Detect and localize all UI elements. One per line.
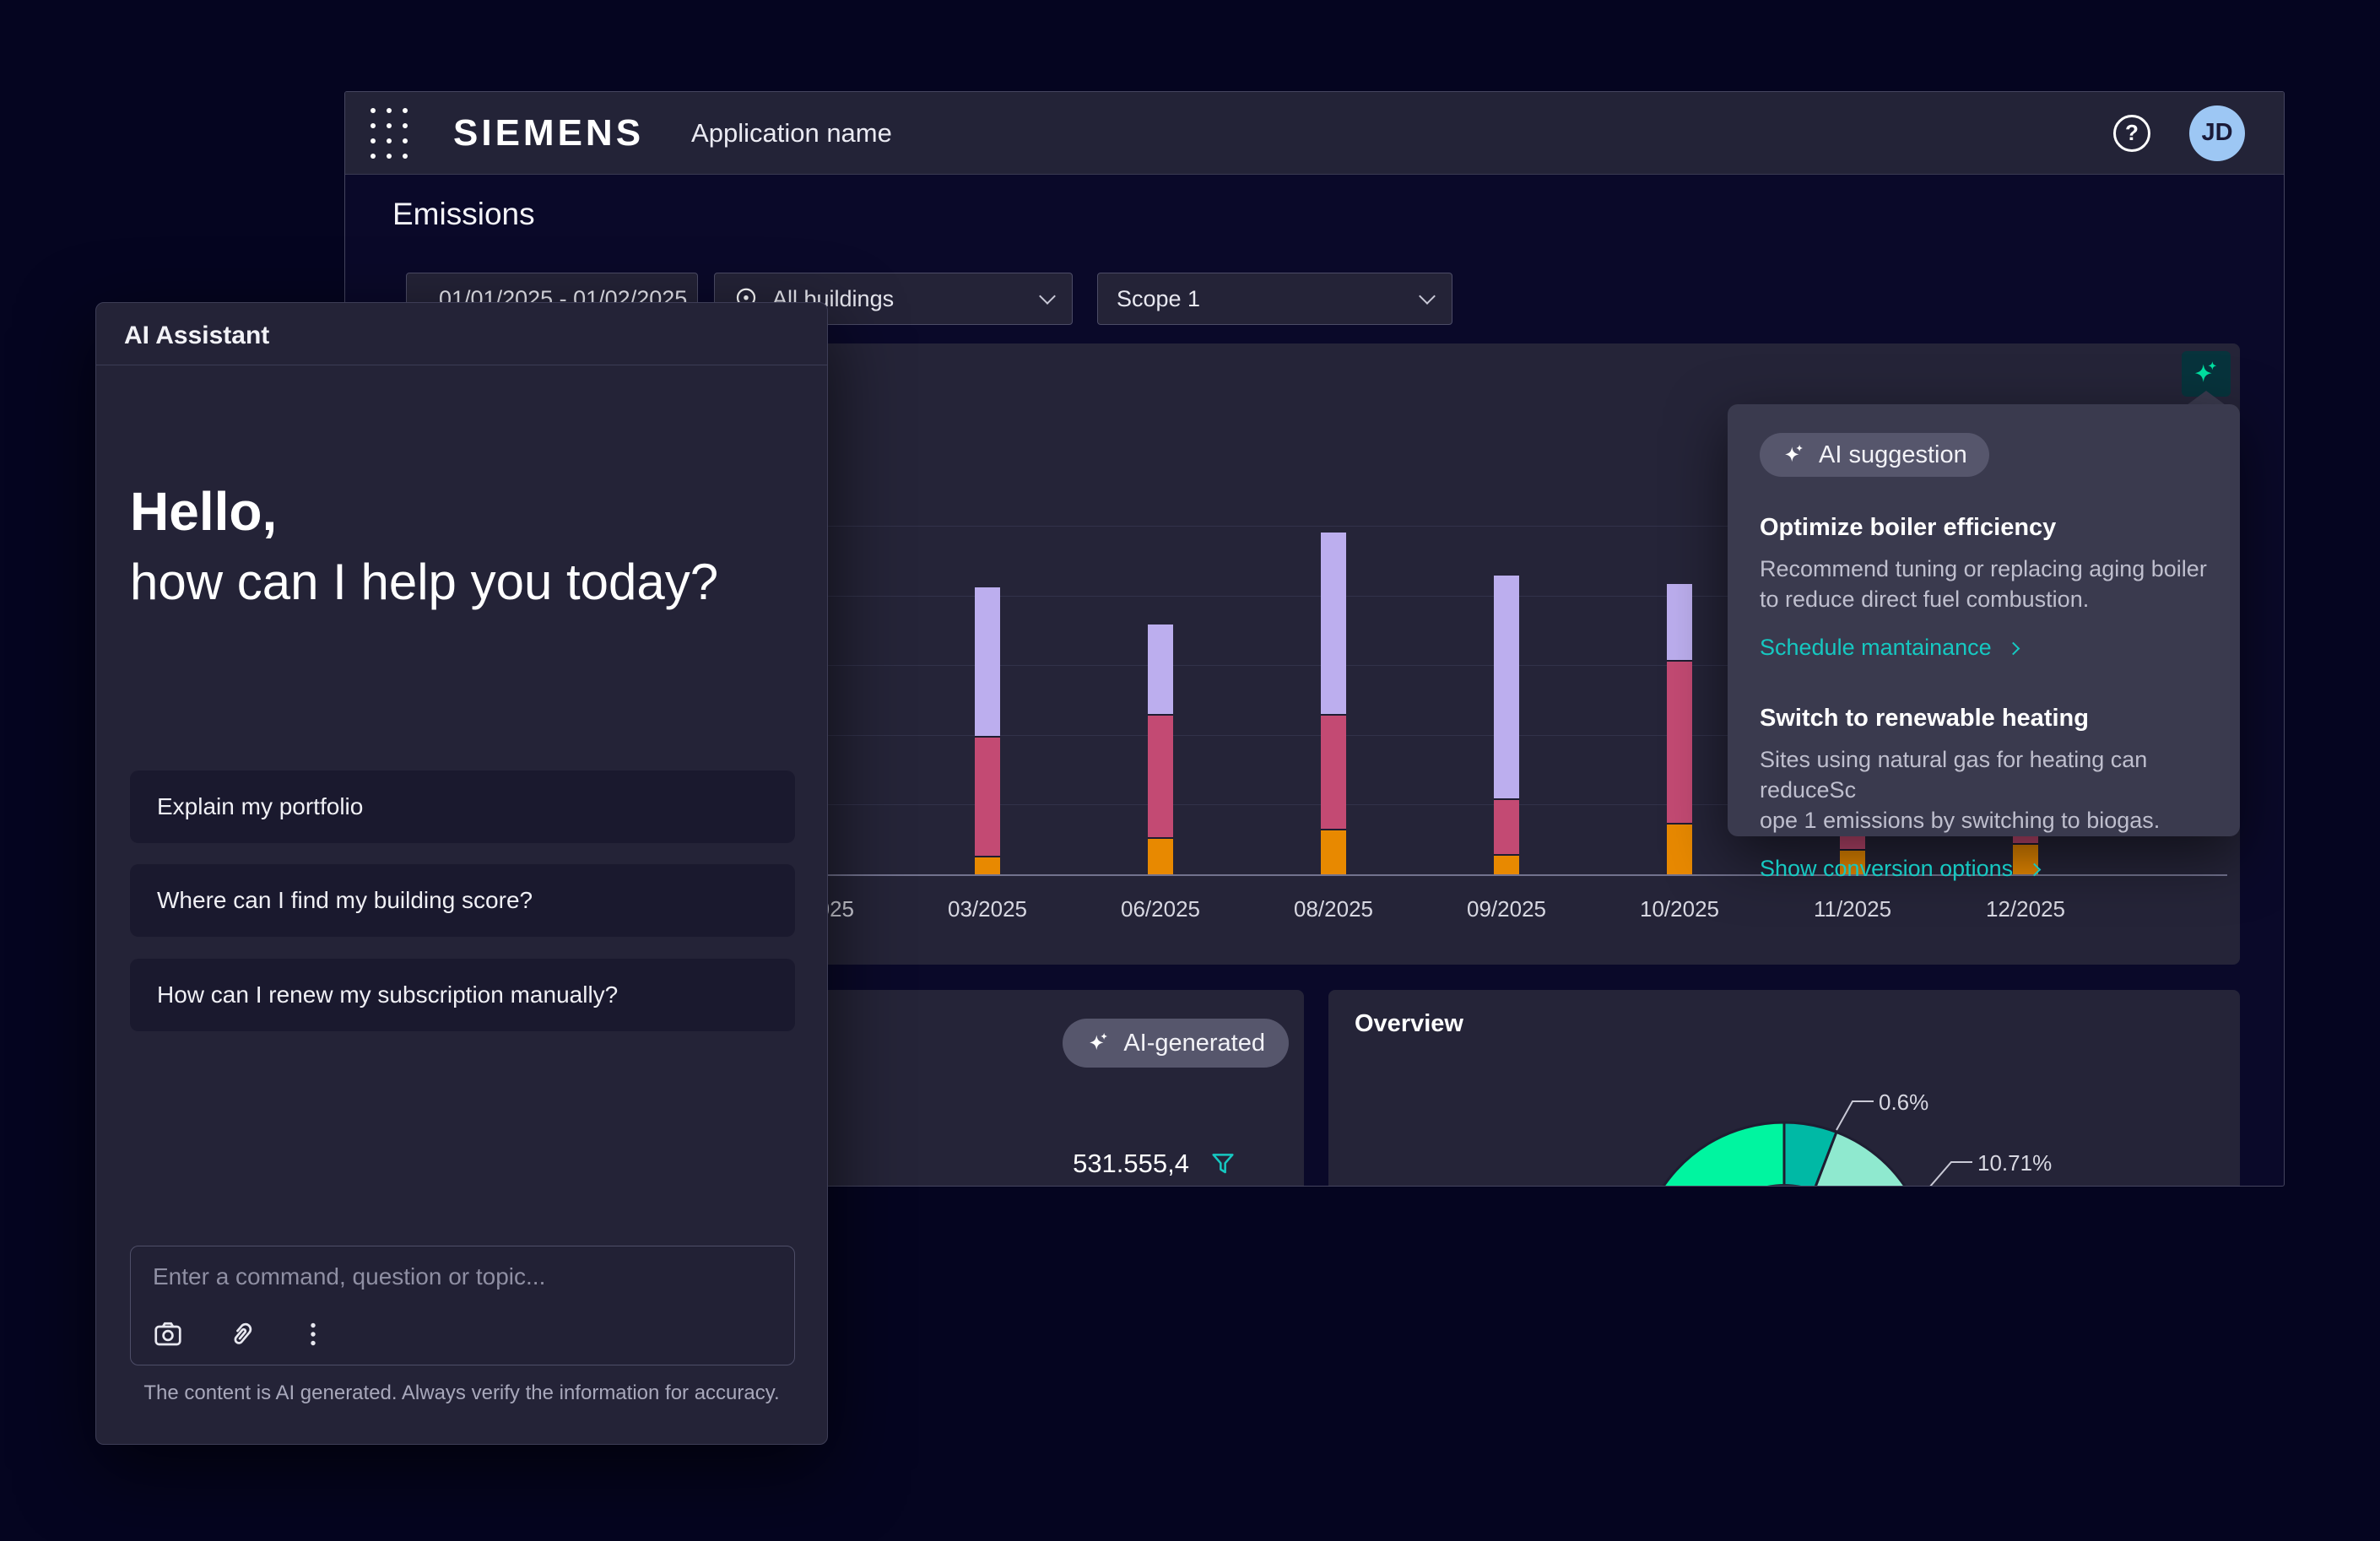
sparkle-icon (1782, 442, 1807, 468)
app-launcher-icon[interactable] (371, 108, 408, 159)
bar-segment-top-segment-06/2025[interactable] (1148, 625, 1173, 715)
ai-sparkle-button[interactable] (2182, 351, 2231, 397)
bar-segment-middle-segment-03/2025[interactable] (975, 738, 1000, 857)
callout-line (1929, 1162, 1972, 1187)
overview-title: Overview (1355, 1010, 1463, 1038)
bar-segment-bottom-segment-10/2025[interactable] (1667, 825, 1692, 874)
bar-segment-top-segment-03/2025[interactable] (975, 587, 1000, 738)
bar-segment-bottom-segment-08/2025[interactable] (1321, 830, 1346, 874)
scope-value: Scope 1 (1117, 286, 1200, 312)
chevron-down-icon (1039, 288, 1056, 305)
bar-segment-top-segment-09/2025[interactable] (1494, 576, 1519, 800)
bar-segment-middle-segment-06/2025[interactable] (1148, 716, 1173, 839)
assistant-title: AI Assistant (124, 322, 269, 350)
slice-label: 10.71% (1977, 1150, 2052, 1176)
more-options-icon[interactable] (298, 1319, 328, 1349)
page-title: Emissions (392, 197, 535, 232)
link-label: Show conversion options (1760, 856, 2013, 882)
scope-filter[interactable]: Scope 1 (1097, 273, 1452, 325)
ai-assistant-panel: AI Assistant Hello, how can I help you t… (95, 302, 828, 1445)
x-axis-label: 06/2025 (1089, 896, 1232, 922)
ai-suggestion-badge: AI suggestion (1760, 433, 1989, 477)
bar-segment-bottom-segment-06/2025[interactable] (1148, 839, 1173, 874)
bar-segment-middle-segment-08/2025[interactable] (1321, 716, 1346, 830)
suggestion-body: Sites using natural gas for heating can … (1760, 744, 2210, 835)
x-axis-label: 09/2025 (1435, 896, 1578, 922)
siemens-logo: SIEMENS (453, 112, 644, 154)
suggestion-title: Optimize boiler efficiency (1760, 514, 2210, 542)
assistant-input-placeholder: Enter a command, question or topic... (153, 1263, 545, 1290)
app-header-bar: SIEMENS Application name ? JD (345, 92, 2284, 175)
assistant-input[interactable]: Enter a command, question or topic... (130, 1246, 795, 1365)
assistant-greeting: how can I help you today? (130, 553, 718, 611)
bar-segment-top-segment-08/2025[interactable] (1321, 533, 1346, 716)
ai-generated-label: AI-generated (1123, 1030, 1265, 1057)
ai-suggestion-label: AI suggestion (1819, 441, 1967, 469)
camera-icon[interactable] (153, 1319, 183, 1349)
suggestion-button-renew-subscription[interactable]: How can I renew my subscription manually… (130, 959, 795, 1031)
bar-segment-bottom-segment-03/2025[interactable] (975, 857, 1000, 874)
assistant-header: AI Assistant (96, 303, 827, 365)
ai-suggestion-popup: AI suggestion Optimize boiler efficiency… (1728, 404, 2240, 836)
suggestion-body: Recommend tuning or replacing aging boil… (1760, 554, 2210, 614)
x-axis-label: 03/2025 (916, 896, 1059, 922)
suggestion-button-building-score[interactable]: Where can I find my building score? (130, 864, 795, 937)
help-icon[interactable]: ? (2113, 115, 2150, 152)
avatar[interactable]: JD (2189, 105, 2245, 161)
chevron-right-icon (2028, 863, 2042, 877)
donut-slice[interactable] (1654, 1122, 1784, 1187)
suggestion-title: Switch to renewable heating (1760, 705, 2210, 733)
bar-segment-top-segment-10/2025[interactable] (1667, 584, 1692, 662)
ai-disclaimer: The content is AI generated. Always veri… (96, 1381, 827, 1405)
sparkle-icon (1086, 1030, 1112, 1056)
overview-card: Overview 0.6% 10.71% (1328, 990, 2240, 1187)
assistant-greeting-bold: Hello, (130, 480, 277, 543)
x-axis-label: 10/2025 (1608, 896, 1751, 922)
filter-funnel-icon[interactable] (1209, 1150, 1236, 1177)
overview-donut-chart: 0.6% 10.71% (1328, 990, 2240, 1187)
chevron-right-icon (2006, 642, 2020, 656)
callout-line (1836, 1101, 1874, 1130)
x-axis-label: 08/2025 (1262, 896, 1405, 922)
bar-segment-middle-segment-10/2025[interactable] (1667, 662, 1692, 824)
paperclip-icon[interactable] (219, 1313, 262, 1356)
link-label: Schedule mantainance (1760, 635, 1992, 661)
x-axis-label: 11/2025 (1781, 896, 1924, 922)
show-conversion-options-link[interactable]: Show conversion options (1760, 856, 2210, 882)
application-name: Application name (691, 118, 892, 149)
kpi-value: 531.555,4 (1073, 1149, 1189, 1179)
bar-segment-middle-segment-09/2025[interactable] (1494, 800, 1519, 856)
schedule-maintenance-link[interactable]: Schedule mantainance (1760, 635, 2210, 661)
ai-generated-badge: AI-generated (1063, 1019, 1289, 1068)
suggestion-button-portfolio[interactable]: Explain my portfolio (130, 770, 795, 843)
bar-segment-bottom-segment-09/2025[interactable] (1494, 856, 1519, 874)
popup-caret (2187, 391, 2226, 405)
chevron-down-icon (1419, 288, 1436, 305)
sparkle-icon (2191, 359, 2221, 389)
slice-label: 0.6% (1879, 1090, 1928, 1115)
x-axis-label: 12/2025 (1954, 896, 2097, 922)
